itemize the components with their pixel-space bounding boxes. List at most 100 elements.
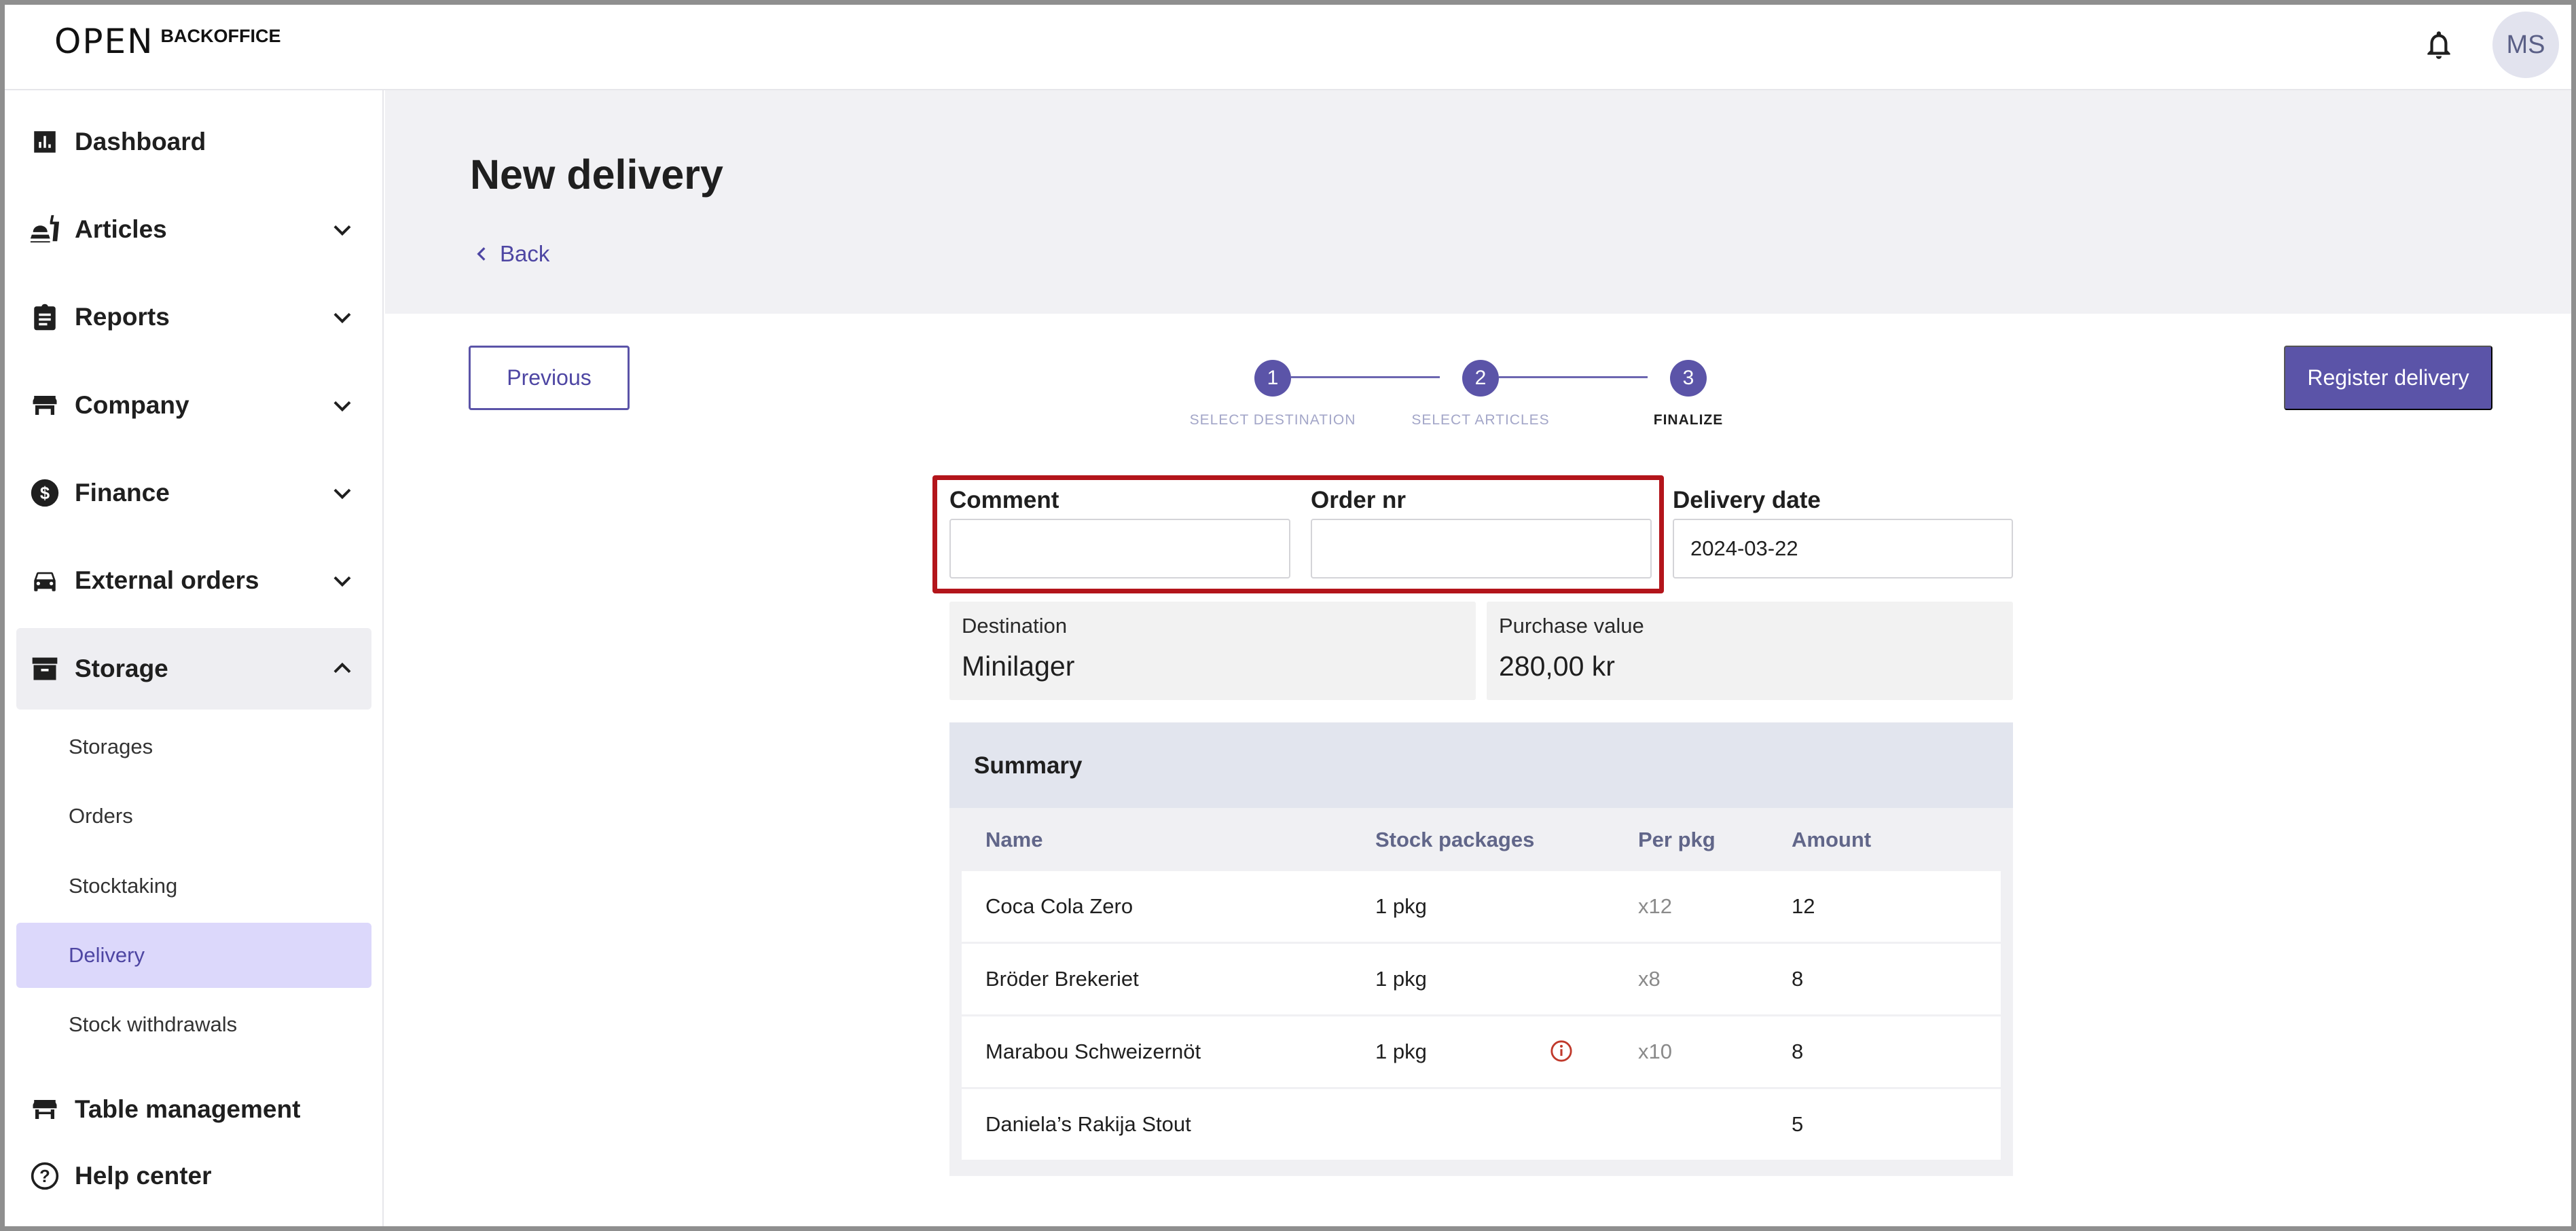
- car-icon: [29, 564, 61, 597]
- row-per-pkg: x12: [1638, 894, 1672, 918]
- purchase-value-label: Purchase value: [1499, 614, 1644, 638]
- warning-info-icon[interactable]: [1550, 1040, 1573, 1063]
- sidebar-item-label: Reports: [75, 303, 170, 331]
- delivery-date-label: Delivery date: [1673, 487, 1821, 513]
- top-bar: OPEN BACKOFFICE MS: [0, 0, 2576, 90]
- chevron-down-icon: [333, 225, 351, 236]
- row-name: Bröder Brekeriet: [985, 967, 1139, 991]
- row-name: Coca Cola Zero: [985, 894, 1133, 918]
- step-3-circle[interactable]: 3: [1670, 360, 1707, 397]
- comment-label: Comment: [949, 487, 1059, 513]
- sidebar-item-dashboard[interactable]: Dashboard: [16, 101, 371, 183]
- sidebar-subitem-storages[interactable]: Storages: [16, 714, 371, 779]
- row-packages: 1 pkg: [1375, 894, 1427, 918]
- notification-bell-icon[interactable]: [2422, 27, 2456, 62]
- sidebar-subitem-label: Orders: [69, 804, 133, 828]
- chevron-down-icon: [333, 576, 351, 587]
- sidebar-item-articles[interactable]: Articles: [16, 189, 371, 270]
- destination-label: Destination: [962, 614, 1068, 638]
- order-nr-field[interactable]: [1311, 519, 1652, 578]
- sidebar-item-help-center[interactable]: ? Help center: [16, 1135, 371, 1217]
- svg-text:$: $: [40, 484, 50, 503]
- column-header-name: Name: [985, 828, 1043, 851]
- sidebar-subitem-delivery[interactable]: Delivery: [16, 923, 371, 988]
- sidebar-item-label: External orders: [75, 566, 259, 594]
- clipboard-icon: [29, 301, 61, 333]
- sidebar-subitem-label: Stock withdrawals: [69, 1012, 238, 1036]
- row-packages: 1 pkg: [1375, 1040, 1427, 1063]
- chevron-left-icon: [477, 247, 486, 261]
- logo-text: BACKOFFICE: [160, 26, 281, 46]
- table-row: Coca Cola Zero 1 pkg x12 12: [962, 871, 2001, 942]
- sidebar-item-label: Articles: [75, 215, 167, 243]
- chevron-down-icon: [333, 312, 351, 324]
- summary-title: Summary: [974, 752, 1083, 779]
- order-nr-label: Order nr: [1311, 487, 1407, 513]
- sidebar-item-label: Help center: [75, 1162, 212, 1190]
- row-name: Marabou Schweizernöt: [985, 1040, 1201, 1063]
- sidebar-item-label: Finance: [75, 479, 170, 507]
- row-amount: 12: [1792, 894, 1815, 918]
- sidebar-item-storage[interactable]: Storage: [16, 628, 371, 710]
- chevron-up-icon: [333, 662, 351, 674]
- row-amount: 8: [1792, 967, 1804, 991]
- chevron-down-icon: [333, 488, 351, 500]
- sidebar-item-label: Dashboard: [75, 128, 206, 155]
- row-amount: 8: [1792, 1040, 1804, 1063]
- sidebar-item-reports[interactable]: Reports: [16, 276, 371, 358]
- previous-button[interactable]: Previous: [469, 346, 630, 410]
- row-name: Daniela’s Rakija Stout: [985, 1112, 1191, 1136]
- bar-chart-icon: [29, 126, 61, 158]
- sidebar-subitem-label: Delivery: [69, 943, 145, 967]
- sidebar-item-label: Table management: [75, 1095, 301, 1123]
- row-amount: 5: [1792, 1112, 1804, 1136]
- step-2-circle[interactable]: 2: [1462, 360, 1499, 397]
- sidebar-subitem-label: Storages: [69, 735, 153, 758]
- back-link[interactable]: Back: [473, 241, 549, 267]
- help-icon: ?: [29, 1160, 61, 1192]
- step-1-label: SELECT DESTINATION: [1189, 412, 1356, 428]
- stepper-connector: [1291, 376, 1440, 378]
- food-icon: [29, 213, 61, 246]
- sidebar-subitem-stocktaking[interactable]: Stocktaking: [16, 853, 371, 919]
- chevron-down-icon: [333, 401, 351, 412]
- user-avatar[interactable]: MS: [2492, 12, 2559, 78]
- table-icon: [29, 1093, 61, 1126]
- purchase-value: 280,00 kr: [1499, 650, 1615, 682]
- stepper-connector: [1499, 376, 1648, 378]
- sidebar-subitem-orders[interactable]: Orders: [16, 784, 371, 849]
- delivery-date-field[interactable]: [1673, 519, 2013, 578]
- summary-panel: Summary Name Stock packages Per pkg Amou…: [949, 722, 2013, 1176]
- sidebar-item-label: Company: [75, 391, 189, 419]
- sidebar-item-company[interactable]: Company: [16, 365, 371, 446]
- table-row: Marabou Schweizernöt 1 pkg x10 8: [962, 1016, 2001, 1087]
- svg-text:?: ?: [39, 1167, 50, 1186]
- comment-field[interactable]: [949, 519, 1290, 578]
- sidebar-subitem-label: Stocktaking: [69, 874, 178, 898]
- sidebar-item-external-orders[interactable]: External orders: [16, 540, 371, 621]
- sidebar-item-finance[interactable]: $ Finance: [16, 452, 371, 534]
- back-label: Back: [500, 241, 550, 266]
- step-2-label: SELECT ARTICLES: [1411, 412, 1550, 428]
- table-row: Daniela’s Rakija Stout 5: [962, 1089, 2001, 1160]
- purchase-value-box: Purchase value 280,00 kr: [1487, 602, 2013, 700]
- column-header-amount: Amount: [1792, 828, 1872, 851]
- register-delivery-button[interactable]: Register delivery: [2284, 346, 2492, 410]
- step-1-circle[interactable]: 1: [1254, 360, 1291, 397]
- page-title: New delivery: [470, 151, 723, 198]
- dollar-icon: $: [29, 477, 61, 509]
- app-logo[interactable]: OPEN BACKOFFICE: [54, 22, 281, 61]
- page-header: [385, 90, 2571, 314]
- column-header-stock-packages: Stock packages: [1375, 828, 1535, 851]
- summary-header: Summary: [949, 722, 2013, 808]
- archive-icon: [29, 653, 61, 685]
- column-header-per-pkg: Per pkg: [1638, 828, 1716, 851]
- sidebar-subitem-stock-withdrawals[interactable]: Stock withdrawals: [16, 992, 371, 1057]
- destination-value: Minilager: [962, 650, 1075, 682]
- store-icon: [29, 389, 61, 422]
- sidebar-item-label: Storage: [75, 655, 168, 682]
- row-per-pkg: x8: [1638, 967, 1661, 991]
- step-3-label: FINALIZE: [1653, 412, 1724, 428]
- row-packages: 1 pkg: [1375, 967, 1427, 991]
- row-per-pkg: x10: [1638, 1040, 1672, 1063]
